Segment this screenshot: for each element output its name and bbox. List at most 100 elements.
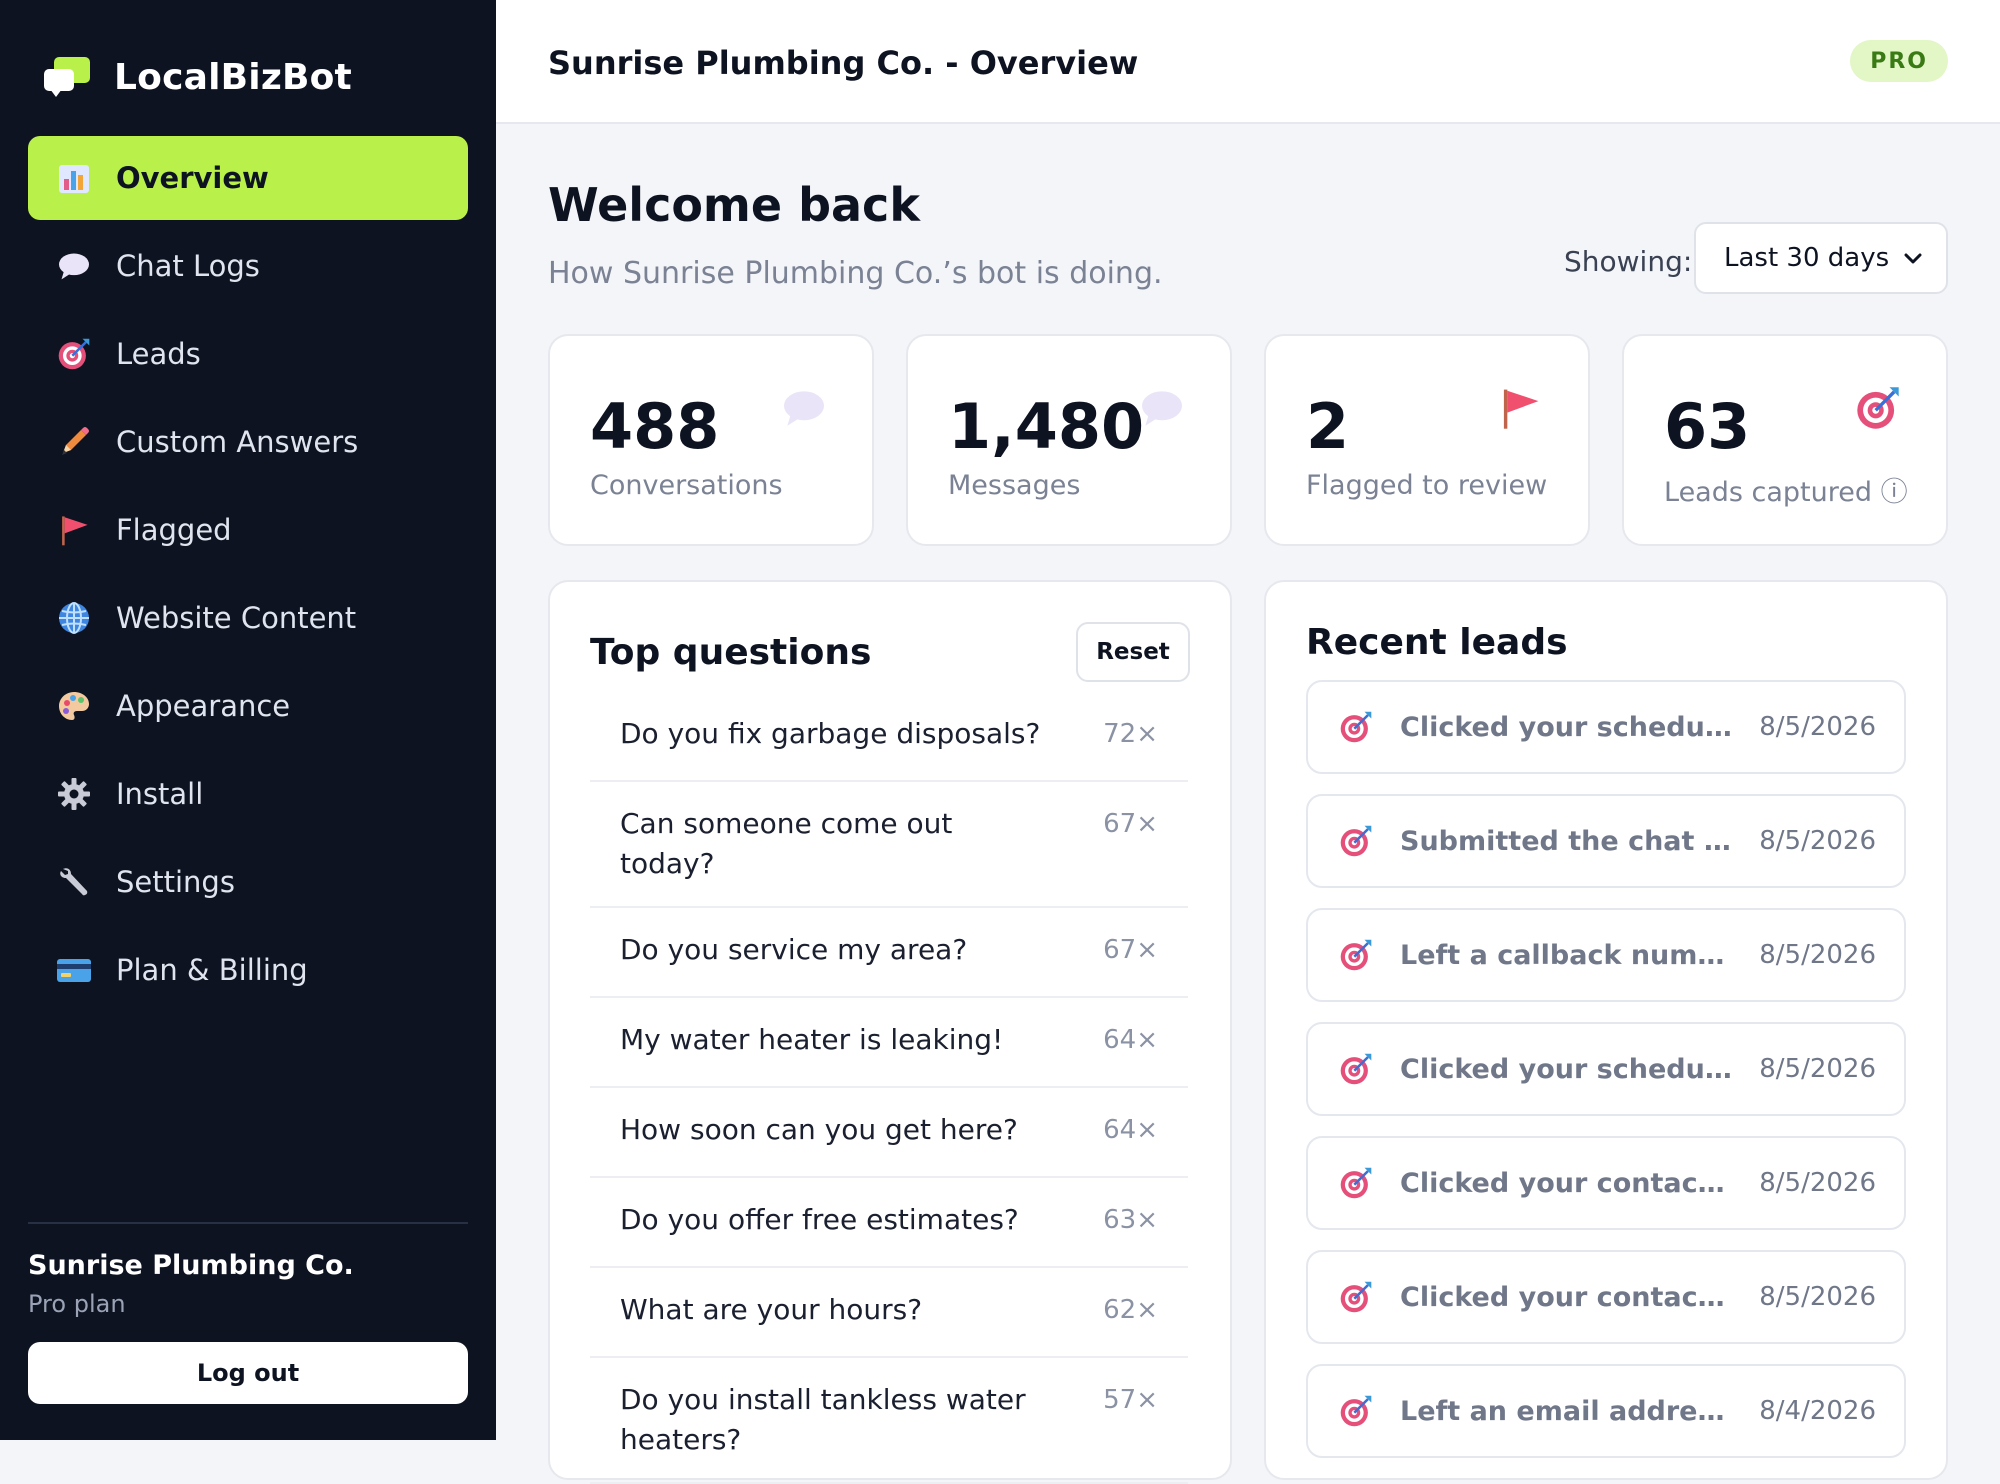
target-icon xyxy=(1338,1165,1374,1201)
target-icon xyxy=(1338,937,1374,973)
date-range-value: Last 30 days xyxy=(1724,243,1890,273)
question-row[interactable]: Do you fix garbage disposals? 72× xyxy=(590,692,1188,782)
stat-label: Conversations xyxy=(590,470,783,501)
stat-card-messages: 1,480 Messages xyxy=(906,334,1232,546)
sidebar-item-label: Leads xyxy=(116,337,201,371)
question-count: 64× xyxy=(1103,1115,1158,1145)
lead-date: 8/4/2026 xyxy=(1759,1396,1876,1426)
lead-date: 8/5/2026 xyxy=(1759,826,1876,856)
lead-date: 8/5/2026 xyxy=(1759,1168,1876,1198)
stat-label: Messages xyxy=(948,470,1081,501)
lead-text: Left an email address —… xyxy=(1400,1395,1735,1427)
range-label: Showing: xyxy=(1564,245,1693,278)
question-row[interactable]: How soon can you get here? 64× xyxy=(590,1088,1188,1178)
question-count: 57× xyxy=(1103,1385,1158,1415)
lead-row[interactable]: Submitted the chat for… 8/5/2026 xyxy=(1306,794,1906,888)
globe-icon xyxy=(56,600,92,636)
lead-row[interactable]: Clicked your contact for… 8/5/2026 xyxy=(1306,1250,1906,1344)
speech-bubble-icon xyxy=(780,384,828,432)
question-text: Do you install tankless water heaters? xyxy=(620,1383,1026,1456)
lead-row[interactable]: Clicked your contact for… 8/5/2026 xyxy=(1306,1136,1906,1230)
logout-button[interactable]: Log out xyxy=(28,1342,468,1404)
welcome-subtitle: How Sunrise Plumbing Co.’s bot is doing. xyxy=(548,256,1163,291)
sidebar-item-settings[interactable]: Settings xyxy=(28,840,468,924)
target-icon xyxy=(1338,823,1374,859)
question-row[interactable]: Do you install tankless water heaters? 57… xyxy=(590,1358,1188,1484)
reset-button[interactable]: Reset xyxy=(1076,622,1190,682)
top-bar: Sunrise Plumbing Co. - Overview PRO xyxy=(496,0,2000,124)
lead-row[interactable]: Clicked your scheduling… 8/5/2026 xyxy=(1306,1022,1906,1116)
sidebar-item-website-content[interactable]: Website Content xyxy=(28,576,468,660)
question-count: 67× xyxy=(1103,809,1158,839)
stat-value: 2 xyxy=(1306,390,1350,463)
panel-title: Recent leads xyxy=(1306,622,1568,663)
question-count: 62× xyxy=(1103,1295,1158,1325)
speech-bubble-icon xyxy=(56,248,92,284)
chevron-down-icon xyxy=(1902,246,1924,276)
sidebar-item-flagged[interactable]: Flagged xyxy=(28,488,468,572)
date-range-select[interactable]: Last 30 days xyxy=(1694,222,1948,294)
question-row[interactable]: Do you offer free estimates? 63× xyxy=(590,1178,1188,1268)
sidebar-item-label: Install xyxy=(116,777,204,811)
lead-text: Clicked your contact for… xyxy=(1400,1167,1735,1199)
sidebar-item-appearance[interactable]: Appearance xyxy=(28,664,468,748)
sidebar-item-chat-logs[interactable]: Chat Logs xyxy=(28,224,468,308)
palette-icon xyxy=(56,688,92,724)
stat-label: Leads captured ⓘ xyxy=(1664,477,1908,508)
speech-bubble-icon xyxy=(1138,384,1186,432)
sidebar-item-overview[interactable]: Overview xyxy=(28,136,468,220)
stat-value: 63 xyxy=(1664,390,1751,463)
lead-row[interactable]: Left an email address —… 8/4/2026 xyxy=(1306,1364,1906,1458)
sidebar-item-label: Settings xyxy=(116,865,235,899)
sidebar-item-label: Plan & Billing xyxy=(116,953,308,987)
question-text: Do you offer free estimates? xyxy=(620,1203,1019,1236)
top-questions-panel: Top questions Reset Do you fix garbage d… xyxy=(548,580,1232,1484)
page-title: Sunrise Plumbing Co. - Overview xyxy=(548,44,1139,82)
sidebar-item-label: Overview xyxy=(116,161,269,195)
chat-logo-icon xyxy=(44,55,92,99)
brand[interactable]: LocalBizBot xyxy=(44,52,352,102)
question-row[interactable]: Can someone come out today? 67× xyxy=(590,782,1188,908)
plan-badge: PRO xyxy=(1850,40,1948,82)
question-count: 67× xyxy=(1103,935,1158,965)
sidebar-item-label: Custom Answers xyxy=(116,425,359,459)
lead-date: 8/5/2026 xyxy=(1759,1054,1876,1084)
sidebar-item-label: Flagged xyxy=(116,513,232,547)
lead-date: 8/5/2026 xyxy=(1759,1282,1876,1312)
lead-date: 8/5/2026 xyxy=(1759,712,1876,742)
lead-row[interactable]: Left a callback number … 8/5/2026 xyxy=(1306,908,1906,1002)
pencil-icon xyxy=(56,424,92,460)
business-name: Sunrise Plumbing Co. xyxy=(28,1250,354,1281)
question-text: What are your hours? xyxy=(620,1293,923,1326)
sidebar-divider xyxy=(28,1222,468,1224)
question-row[interactable]: Do you service my area? 67× xyxy=(590,908,1188,998)
sidebar-item-custom-answers[interactable]: Custom Answers xyxy=(28,400,468,484)
target-icon xyxy=(1338,1279,1374,1315)
question-row[interactable]: What are your hours? 62× xyxy=(590,1268,1188,1358)
question-count: 64× xyxy=(1103,1025,1158,1055)
question-text: Do you service my area? xyxy=(620,933,968,966)
lead-date: 8/5/2026 xyxy=(1759,940,1876,970)
plan-name: Pro plan xyxy=(28,1290,126,1318)
lead-text: Clicked your scheduling… xyxy=(1400,1053,1735,1085)
question-count: 72× xyxy=(1103,719,1158,749)
wrench-icon xyxy=(56,864,92,900)
sidebar-item-label: Chat Logs xyxy=(116,249,260,283)
lead-text: Clicked your contact for… xyxy=(1400,1281,1735,1313)
recent-leads-panel: Recent leads Clicked your scheduling… 8/5… xyxy=(1264,580,1948,1480)
sidebar-item-install[interactable]: Install xyxy=(28,752,468,836)
sidebar-item-leads[interactable]: Leads xyxy=(28,312,468,396)
stat-card-flagged[interactable]: 2 Flagged to review xyxy=(1264,334,1590,546)
bar-chart-icon xyxy=(56,160,92,196)
lead-list: Clicked your scheduling… 8/5/2026 Submitt… xyxy=(1306,680,1906,1478)
question-text: How soon can you get here? xyxy=(620,1113,1018,1146)
lead-row[interactable]: Clicked your scheduling… 8/5/2026 xyxy=(1306,680,1906,774)
question-count: 63× xyxy=(1103,1205,1158,1235)
sidebar-nav: Overview Chat Logs Leads Custom Answers … xyxy=(28,136,468,1016)
credit-card-icon xyxy=(56,952,92,988)
sidebar-item-plan-billing[interactable]: Plan & Billing xyxy=(28,928,468,1012)
flag-icon xyxy=(56,512,92,548)
question-row[interactable]: My water heater is leaking! 64× xyxy=(590,998,1188,1088)
stat-label: Flagged to review xyxy=(1306,470,1548,501)
stat-card-leads[interactable]: 63 Leads captured ⓘ xyxy=(1622,334,1948,546)
